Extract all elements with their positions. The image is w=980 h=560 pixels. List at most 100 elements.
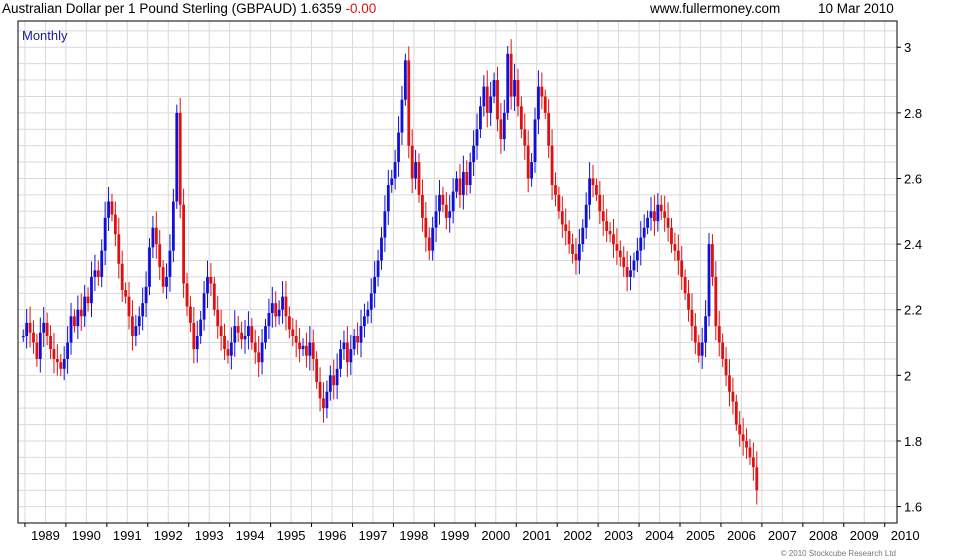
candle-body [448, 211, 452, 218]
candle-body [376, 260, 380, 277]
candle-body [226, 349, 230, 356]
candle-body [21, 335, 25, 338]
candle-body [233, 326, 237, 343]
candle-body [451, 191, 455, 212]
x-tick-label: 1996 [318, 528, 347, 543]
x-tick-label: 1993 [195, 528, 224, 543]
candle-body [236, 326, 240, 333]
x-tick-label: 2004 [645, 528, 674, 543]
candle-body [335, 368, 339, 386]
candle-body [748, 447, 752, 458]
candle-body [581, 227, 585, 245]
candle-body [513, 80, 516, 97]
candle-body [127, 296, 131, 317]
candle-body [93, 270, 97, 277]
candle-body [100, 250, 104, 277]
candle-body [45, 322, 49, 336]
candle-body [103, 217, 107, 251]
candle-body [223, 335, 226, 350]
candle-body [260, 342, 264, 363]
candle-body [158, 244, 162, 268]
candle-body [110, 201, 114, 215]
candle-body [277, 309, 281, 317]
candle-body [161, 267, 165, 287]
candle-body [506, 53, 510, 113]
candle-body [352, 335, 356, 350]
candle-body [247, 326, 250, 336]
x-tick-label: 1998 [399, 528, 428, 543]
candle-body [328, 375, 332, 392]
candle-body [154, 227, 158, 245]
candle-body [250, 326, 254, 343]
candle-body [584, 204, 588, 228]
candle-body [656, 204, 660, 222]
x-tick-label: 2000 [481, 528, 510, 543]
candle-body [345, 342, 349, 363]
candle-body [540, 86, 544, 97]
x-tick-label: 2009 [850, 528, 879, 543]
candle-body [148, 247, 151, 287]
candle-body [738, 424, 742, 435]
candle-body [96, 270, 100, 277]
candle-body [721, 342, 725, 359]
candle-body [707, 244, 711, 317]
y-tick-label: 1.6 [904, 500, 922, 515]
candle-body [298, 342, 302, 350]
candle-body [468, 162, 472, 186]
candle-body [240, 332, 244, 340]
candle-body [311, 342, 315, 359]
candle-body [543, 96, 547, 113]
candle-body [113, 214, 117, 235]
candle-body [366, 309, 370, 317]
candle-body [560, 211, 564, 225]
candle-body [704, 316, 708, 343]
candle-body [417, 162, 421, 195]
candle-body [458, 178, 462, 195]
candle-body [653, 211, 656, 222]
candle-body [66, 342, 70, 359]
candle-body [434, 211, 438, 228]
candle-body [731, 391, 735, 402]
candle-body [219, 326, 223, 336]
candle-body [431, 227, 435, 251]
candle-body [745, 440, 748, 448]
y-tick-label: 1.8 [904, 434, 922, 449]
candle-body [601, 211, 605, 222]
candle-body [567, 230, 571, 245]
x-tick-label: 2010 [891, 528, 920, 543]
price-chart: 1.6 1.8 2 2.2 2.4 2.6 2.8 3 1989 1990 1991 1992 1993… [17, 20, 922, 543]
candle-body [516, 80, 520, 107]
candle-body [284, 296, 288, 317]
candle-body [229, 342, 233, 356]
candle-body [403, 60, 407, 100]
candle-body [734, 401, 738, 425]
candle-body [49, 335, 52, 350]
candle-body [571, 244, 574, 254]
x-tick-label: 1992 [154, 528, 183, 543]
candle-body [55, 358, 59, 363]
candle-body [185, 283, 189, 307]
candle-body [714, 276, 718, 327]
candle-body [635, 250, 639, 261]
candle-body [751, 457, 755, 468]
candle-body [499, 119, 503, 140]
candle-body [315, 358, 319, 382]
candle-body [588, 178, 592, 205]
candle-body [359, 326, 363, 343]
candle-body [697, 342, 701, 356]
candle-body [339, 349, 342, 369]
candle-body [35, 342, 39, 359]
candle-body [175, 112, 179, 202]
candle-body [639, 237, 643, 251]
candle-body [76, 309, 80, 327]
candle-body [557, 194, 561, 212]
candle-body [117, 234, 121, 264]
candle-body [424, 217, 428, 238]
x-tick-label: 2005 [686, 528, 715, 543]
candle-body [349, 349, 353, 363]
candle-body [530, 162, 534, 179]
candle-body [533, 119, 537, 163]
candle-body [107, 201, 110, 218]
candle-body [356, 335, 360, 343]
candle-body [482, 86, 486, 107]
